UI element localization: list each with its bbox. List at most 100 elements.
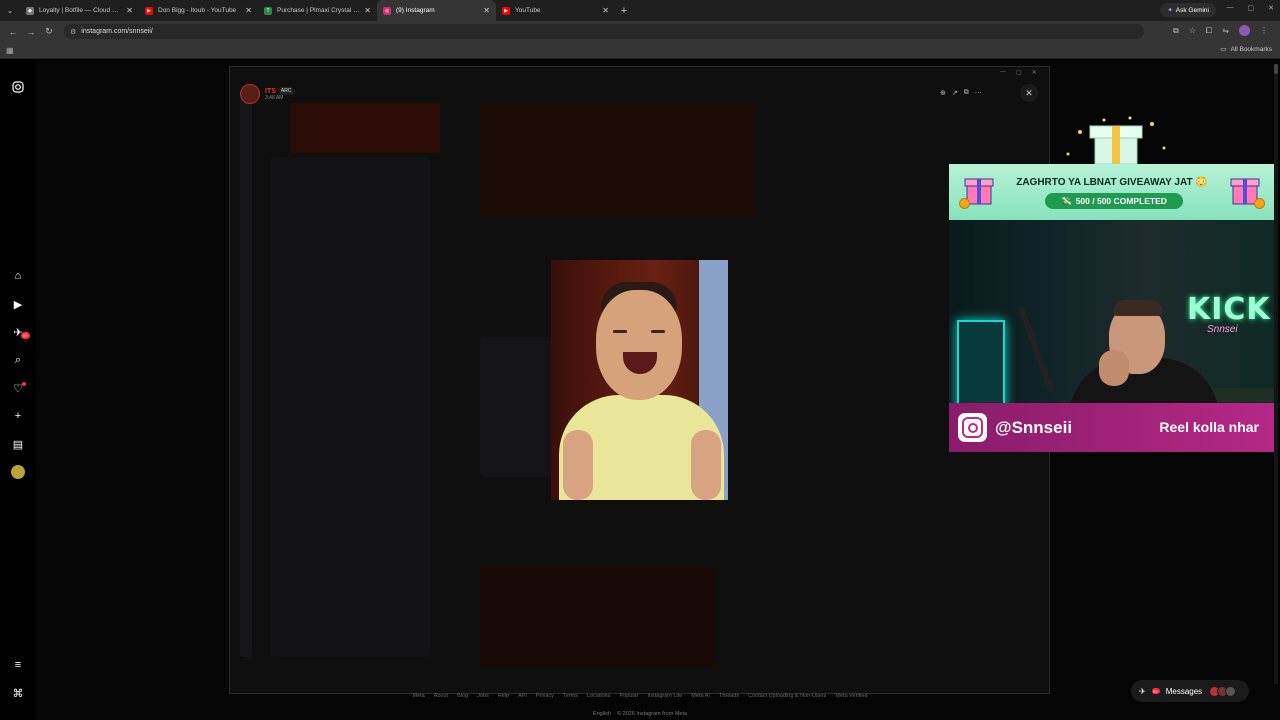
tab-2[interactable]: T Purchase | Plmaxi Crystal Supen ✕ <box>258 0 377 21</box>
tab-3-active[interactable]: ◎ (9) Instagram ✕ <box>377 0 496 21</box>
home-icon[interactable]: ⌂ <box>11 269 25 283</box>
minimize-icon[interactable]: — <box>1227 4 1234 12</box>
tab-1[interactable]: ▶ Don Bigg - Itoub - YouTube ✕ <box>139 0 258 21</box>
tab-close-icon[interactable]: ✕ <box>483 6 490 15</box>
bookmarks-bar: ▦ ▭ All Bookmarks <box>0 42 1280 59</box>
footer-link[interactable]: About <box>434 693 448 699</box>
video-face <box>596 290 682 400</box>
ask-gemini-label: Ask Gemini <box>1175 6 1209 14</box>
footer-link[interactable]: Meta AI <box>691 693 710 699</box>
language-select[interactable]: English <box>593 711 611 717</box>
instagram-icon[interactable] <box>11 80 25 94</box>
ghost-thumb <box>480 105 755 215</box>
ghost-panel <box>270 157 430 657</box>
open-external-icon[interactable]: ⧉ <box>964 89 969 97</box>
search-icon[interactable]: ⌕ <box>11 353 25 367</box>
footer-link[interactable]: Popular <box>619 693 638 699</box>
maximize-icon[interactable]: ▢ <box>1016 69 1022 76</box>
webcam-feed: KICK Snnsei <box>949 220 1275 452</box>
tab-close-icon[interactable]: ✕ <box>126 6 133 15</box>
notification-dot <box>22 382 26 386</box>
tab-title: Purchase | Plmaxi Crystal Supen <box>277 7 361 14</box>
footer-link[interactable]: Contact Uploading & Non-Users <box>748 693 826 699</box>
share-icon[interactable]: ↗ <box>952 89 958 97</box>
extensions-icon[interactable]: ⧠ <box>1206 26 1212 36</box>
cast-icon[interactable]: ⇋ <box>1222 26 1229 35</box>
profile-avatar[interactable] <box>1239 25 1250 36</box>
ask-gemini-button[interactable]: ✦ Ask Gemini <box>1160 3 1216 17</box>
back-icon[interactable]: ← <box>4 27 22 37</box>
dashboard-icon[interactable]: ▤ <box>11 437 25 451</box>
video-eye-left <box>613 330 627 333</box>
video-arm-left <box>563 430 593 500</box>
tab-close-icon[interactable]: ✕ <box>602 6 609 15</box>
footer-link[interactable]: Instagram Lite <box>647 693 682 699</box>
pc-case <box>957 320 1005 414</box>
story-avatar[interactable] <box>240 84 260 104</box>
tab-4[interactable]: ▶ YouTube ✕ <box>496 0 615 21</box>
ghost-banner <box>290 103 440 153</box>
story-header: ITS ARC 3:48 AM <box>240 84 294 104</box>
page-scrollbar[interactable] <box>1274 64 1278 684</box>
meta-icon[interactable]: ⌘ <box>11 686 25 700</box>
profile-icon[interactable] <box>11 465 25 479</box>
maximize-icon[interactable]: ▢ <box>1248 4 1255 12</box>
footer-link[interactable]: API <box>518 693 527 699</box>
footer-link[interactable]: Locations <box>587 693 611 699</box>
create-icon[interactable]: + <box>11 409 25 423</box>
copyright-text: © 2026 Instagram from Meta <box>616 711 688 717</box>
minimize-icon[interactable]: — <box>1000 69 1006 76</box>
new-tab-button[interactable]: + <box>615 5 633 17</box>
tab-close-icon[interactable]: ✕ <box>364 6 371 15</box>
toolbar: ← → ↻ ⚙ instagram.com/snnseii/ ⧉ ☆ ⧠ ⇋ ⋮ <box>0 21 1280 42</box>
reload-icon[interactable]: ↻ <box>40 26 58 37</box>
close-button[interactable]: ✕ <box>1020 84 1038 102</box>
footer-link[interactable]: Help <box>498 693 509 699</box>
reels-icon[interactable]: ▶ <box>11 297 25 311</box>
close-icon[interactable]: ✕ <box>1032 69 1037 76</box>
ghost-thumb-2 <box>480 567 715 667</box>
tab-strip: ⌄ ◆ Loyalty | Botfile — Cloud Streami ✕ … <box>0 0 1280 21</box>
streamer-hair <box>1113 300 1163 316</box>
forward-icon[interactable]: → <box>22 27 40 37</box>
apps-grid-icon[interactable]: ▦ <box>6 46 14 55</box>
tab-search-icon[interactable]: ⌄ <box>0 0 20 21</box>
close-window-icon[interactable]: ✕ <box>1268 4 1274 12</box>
tab-title: Loyalty | Botfile — Cloud Streami <box>39 7 122 14</box>
chrome-menu-icon[interactable]: ⋮ <box>1260 26 1268 35</box>
store-favicon-icon: T <box>264 6 272 15</box>
footer-link[interactable]: Blog <box>457 693 468 699</box>
install-icon[interactable]: ⧉ <box>1173 26 1179 36</box>
video-arm-right <box>691 430 721 500</box>
footer-link[interactable]: Meta Verified <box>835 693 867 699</box>
coin-icon <box>959 198 970 209</box>
tab-close-icon[interactable]: ✕ <box>245 6 252 15</box>
messages-button[interactable]: ✈ 9+ Messages <box>1131 680 1249 702</box>
menu-icon[interactable]: ≡ <box>11 658 25 672</box>
footer-link[interactable]: Meta <box>412 693 424 699</box>
folder-icon: ▭ <box>1220 46 1227 53</box>
giveaway-banner: ZAGHRTO YA LBNAT GIVEAWAY JAT 😳 💸 500 / … <box>949 164 1275 220</box>
message-avatars <box>1209 685 1237 697</box>
tab-title: Don Bigg - Itoub - YouTube <box>158 7 237 14</box>
reel-video[interactable] <box>551 260 728 500</box>
site-footer: Meta About Blog Jobs Help API Privacy Te… <box>360 693 920 699</box>
url-text: instagram.com/snnseii/ <box>81 28 153 35</box>
all-bookmarks-button[interactable]: ▭ All Bookmarks <box>1220 45 1272 54</box>
ghost-sidebar <box>240 97 252 657</box>
footer-bottom: English © 2026 Instagram from Meta <box>560 711 720 717</box>
toolbar-actions: ⧉ ☆ ⧠ ⇋ ⋮ <box>1173 25 1268 36</box>
site-info-icon[interactable]: ⚙ <box>70 28 76 36</box>
footer-link[interactable]: Terms <box>563 693 578 699</box>
zoom-icon[interactable]: ⊕ <box>940 89 946 97</box>
footer-link[interactable]: Jobs <box>477 693 489 699</box>
scrollbar-thumb[interactable] <box>1274 64 1278 74</box>
footer-link[interactable]: Threads <box>719 693 739 699</box>
address-bar[interactable]: ⚙ instagram.com/snnseii/ <box>64 24 1144 39</box>
bookmark-star-icon[interactable]: ☆ <box>1189 26 1196 35</box>
overlay-cta: Reel kolla nhar <box>1159 419 1259 435</box>
footer-link[interactable]: Privacy <box>536 693 554 699</box>
tab-0[interactable]: ◆ Loyalty | Botfile — Cloud Streami ✕ <box>20 0 139 21</box>
story-username[interactable]: ITS <box>265 88 276 95</box>
more-options-icon[interactable]: ⋯ <box>975 89 982 97</box>
